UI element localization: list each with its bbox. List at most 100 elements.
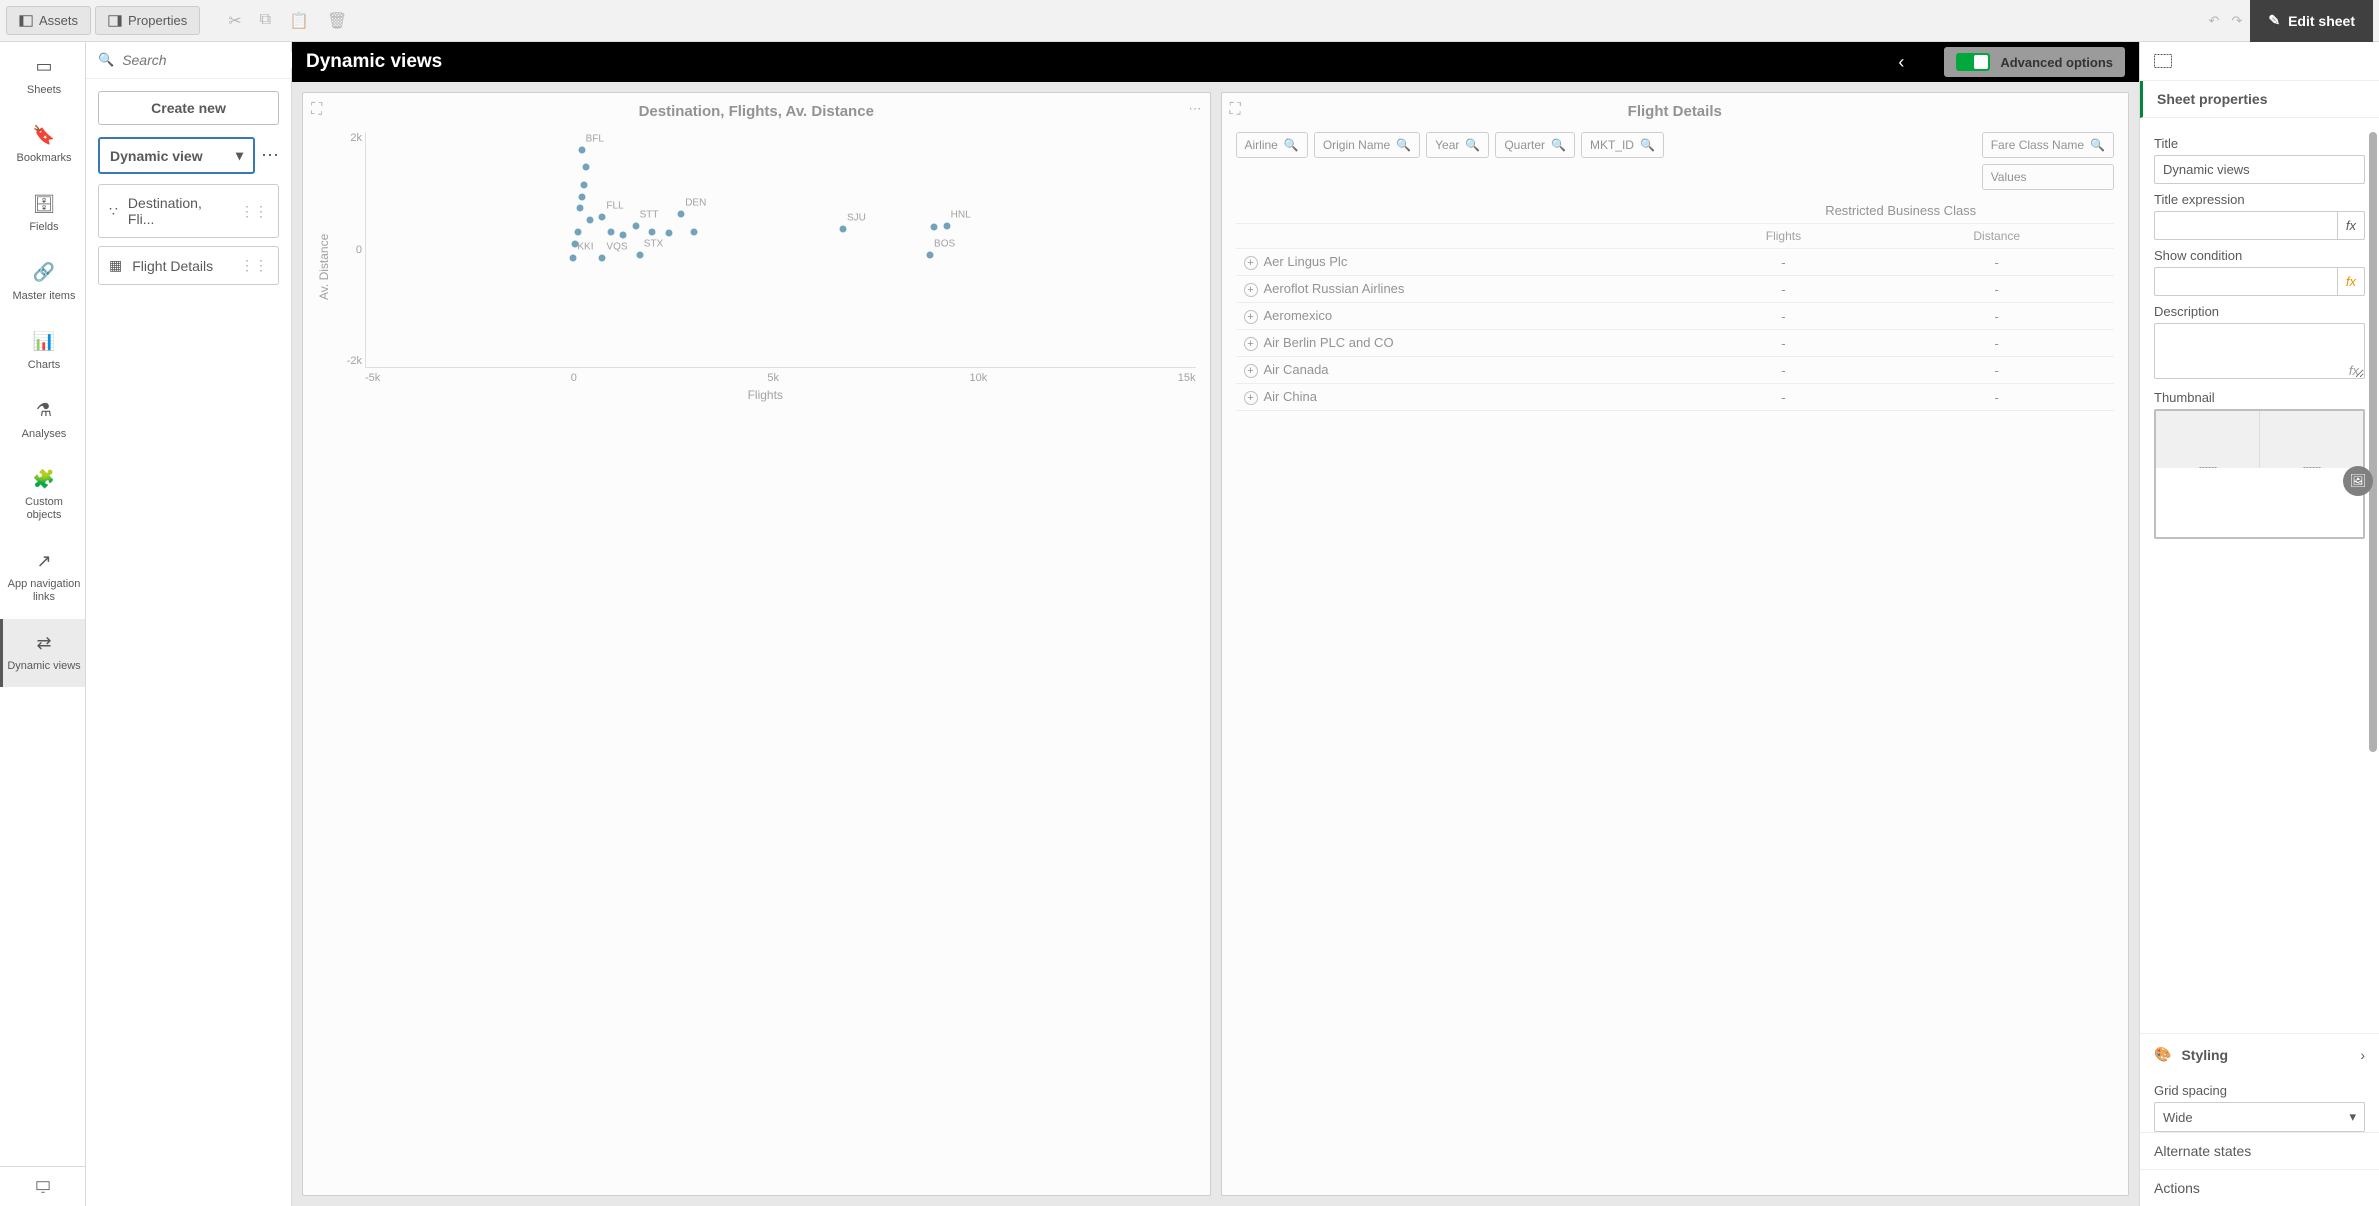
filter-mktid[interactable]: MKT_ID 🔍	[1581, 132, 1664, 158]
scatter-point-label: BOS	[934, 239, 955, 250]
viz-scatter[interactable]: ⛶ ⋯ Destination, Flights, Av. Distance A…	[302, 92, 1211, 1196]
advanced-options-toggle[interactable]: Advanced options	[1944, 47, 2125, 77]
properties-tab[interactable]: Properties	[95, 6, 200, 35]
copy-icon[interactable]: ⧉	[260, 11, 271, 31]
table-row[interactable]: +Air China--	[1236, 384, 2115, 411]
viz-table[interactable]: ⛶ Flight Details Airline 🔍 Origin Name 🔍…	[1221, 92, 2130, 1196]
expand-row-icon[interactable]: +	[1244, 364, 1258, 378]
database-icon: 🗄	[33, 194, 56, 216]
sheet-icon	[2154, 54, 2172, 68]
edit-sheet-button[interactable]: ✎ Edit sheet	[2250, 0, 2373, 42]
filter-quarter[interactable]: Quarter 🔍	[1495, 132, 1575, 158]
table-icon: ▦	[109, 257, 122, 274]
rail-label: Sheets	[27, 84, 61, 97]
thumbnail-preview[interactable]: 🖼	[2154, 409, 2365, 539]
alternate-states-section[interactable]: Alternate states	[2140, 1132, 2379, 1169]
actions-section[interactable]: Actions	[2140, 1169, 2379, 1206]
scatter-point	[582, 164, 589, 171]
nav-icon: ↗	[36, 551, 51, 573]
table-row[interactable]: +Air Canada--	[1236, 357, 2115, 384]
grid-spacing-select[interactable]: Wide▾	[2154, 1102, 2365, 1132]
rail-label: Master items	[13, 290, 76, 303]
scatter-point-label: HNL	[951, 210, 971, 221]
sheet-title: Dynamic views	[306, 51, 442, 73]
table-row[interactable]: +Aeromexico--	[1236, 303, 2115, 330]
rail-bottom-button[interactable]	[0, 1166, 85, 1206]
rail-item-app-nav[interactable]: ↗App navigation links	[0, 537, 85, 619]
x-tick: 5k	[767, 372, 779, 384]
dynamic-view-select[interactable]: Dynamic view ▾	[98, 137, 255, 174]
scatter-point-label: SJU	[847, 212, 866, 223]
link-icon: 🔗	[33, 262, 55, 284]
rail-item-custom-objects[interactable]: 🧩Custom objects	[0, 455, 85, 537]
table-header-group: Restricted Business Class	[1687, 198, 2114, 224]
left-nav-rail: ▭Sheets 🔖Bookmarks 🗄Fields 🔗 Master items…	[0, 42, 86, 1206]
rail-item-bookmarks[interactable]: 🔖Bookmarks	[0, 111, 85, 180]
scatter-point	[931, 224, 938, 231]
expand-row-icon[interactable]: +	[1244, 283, 1258, 297]
assets-tab[interactable]: Assets	[6, 6, 91, 35]
rail-item-fields[interactable]: 🗄Fields	[0, 180, 85, 249]
redo-icon[interactable]: ↷	[2231, 13, 2242, 29]
grid-spacing-label: Grid spacing	[2154, 1083, 2365, 1098]
filter-values[interactable]: Values	[1982, 164, 2114, 190]
y-axis-label: Av. Distance	[317, 132, 331, 402]
expand-row-icon[interactable]: +	[1244, 337, 1258, 351]
filter-year[interactable]: Year 🔍	[1426, 132, 1489, 158]
table-row[interactable]: +Aer Lingus Plc--	[1236, 249, 2115, 276]
expand-icon[interactable]: ⛶	[311, 101, 322, 119]
more-icon[interactable]: ⋯	[1189, 101, 1202, 117]
viz-title: Flight Details	[1236, 103, 2115, 120]
expand-row-icon[interactable]: +	[1244, 310, 1258, 324]
fx-button[interactable]: fx	[2338, 211, 2365, 240]
puzzle-icon: 🧩	[33, 469, 55, 491]
filter-label: Year	[1435, 138, 1459, 152]
rail-item-master-items[interactable]: 🔗 Master items	[0, 248, 85, 317]
title-input[interactable]	[2154, 155, 2365, 184]
asset-item-scatter[interactable]: ∵ Destination, Fli... ⋮⋮	[98, 184, 279, 238]
fx-button[interactable]: fx	[2338, 267, 2365, 296]
props-section-title: Sheet properties	[2140, 81, 2379, 118]
filter-fare-class[interactable]: Fare Class Name 🔍	[1982, 132, 2114, 158]
rail-item-sheets[interactable]: ▭Sheets	[0, 42, 85, 111]
scatter-plot: 2k 0 -2k BFLFLLDENSTTSJUHNLKKIVQSSTXBOS	[365, 132, 1196, 368]
expand-icon[interactable]: ⛶	[1230, 101, 1241, 119]
rail-item-dynamic-views[interactable]: ⇄Dynamic views	[0, 619, 85, 688]
create-new-button[interactable]: Create new	[98, 91, 279, 125]
styling-row[interactable]: 🎨 Styling ›	[2140, 1033, 2379, 1075]
x-tick: 0	[571, 372, 577, 384]
table-row[interactable]: +Air Berlin PLC and CO--	[1236, 330, 2115, 357]
x-ticks: -5k 0 5k 10k 15k	[365, 372, 1196, 384]
expand-row-icon[interactable]: +	[1244, 391, 1258, 405]
asset-item-table[interactable]: ▦ Flight Details ⋮⋮	[98, 246, 279, 285]
expand-row-icon[interactable]: +	[1244, 256, 1258, 270]
rail-item-charts[interactable]: 📊Charts	[0, 317, 85, 386]
fx-icon[interactable]: fx	[2349, 363, 2359, 378]
scatter-point	[665, 230, 672, 237]
search-input[interactable]	[122, 52, 304, 68]
sheet-header: Dynamic views ‹ Advanced options	[292, 42, 2139, 82]
scatter-point	[607, 228, 614, 235]
scrollbar[interactable]	[2369, 132, 2377, 752]
prop-show-cond-label: Show condition	[2154, 248, 2365, 263]
show-cond-input[interactable]	[2154, 267, 2338, 296]
dv-more-button[interactable]: ⋯	[261, 145, 279, 166]
prev-sheet-button[interactable]: ‹	[1898, 52, 1904, 73]
paste-icon[interactable]: 📋	[289, 11, 309, 31]
grip-icon: ⋮⋮	[240, 203, 268, 220]
toggle-switch-icon	[1956, 53, 1990, 71]
title-expr-input[interactable]	[2154, 211, 2338, 240]
undo-icon[interactable]: ↶	[2209, 13, 2220, 29]
scatter-point-label: VQS	[606, 242, 627, 253]
delete-icon[interactable]: 🗑	[327, 11, 347, 31]
cut-icon[interactable]: ✂	[228, 11, 241, 31]
filter-airline[interactable]: Airline 🔍	[1236, 132, 1308, 158]
search-row: 🔍	[86, 42, 291, 79]
scatter-point	[632, 223, 639, 230]
table-row[interactable]: +Aeroflot Russian Airlines--	[1236, 276, 2115, 303]
scatter-icon: ∵	[109, 203, 118, 220]
filter-origin[interactable]: Origin Name 🔍	[1314, 132, 1420, 158]
rail-item-analyses[interactable]: ⚗Analyses	[0, 386, 85, 455]
filter-label: Fare Class Name	[1991, 138, 2084, 152]
description-textarea[interactable]	[2154, 323, 2365, 379]
